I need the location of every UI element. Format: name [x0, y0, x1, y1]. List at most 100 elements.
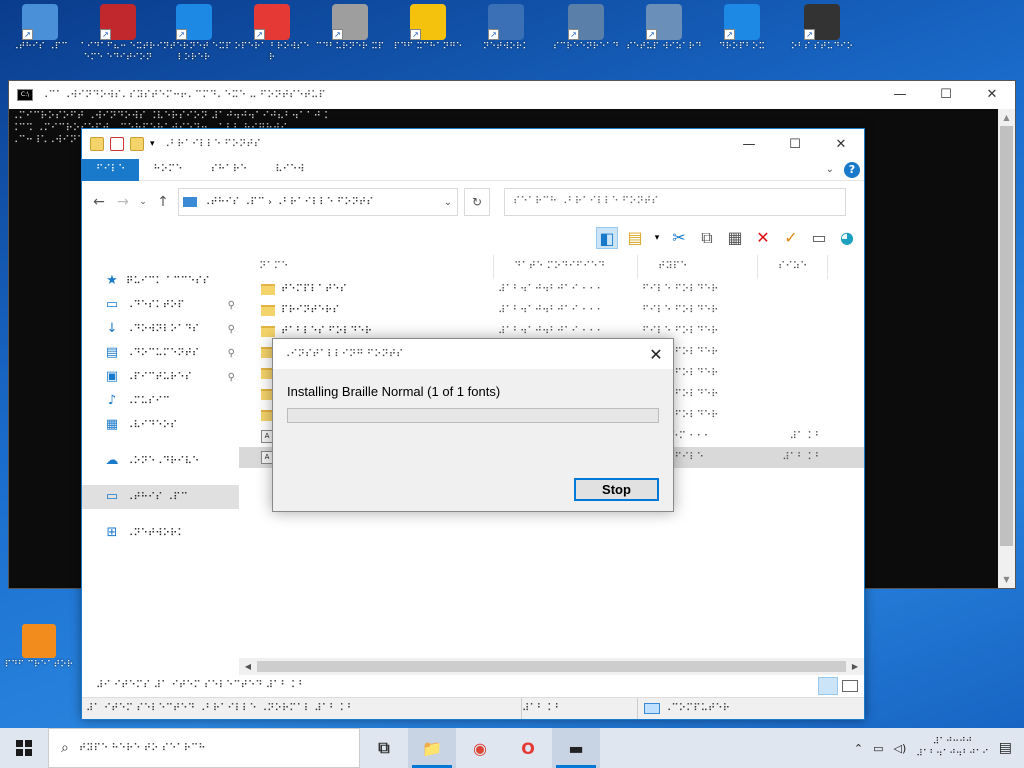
nav-item[interactable]: ▭ ⠠⠞⠓⠊⠎ ⠠⠏⠉: [82, 485, 239, 509]
nav-item[interactable]: ▤ ⠠⠙⠕⠉⠥⠍⠑⠝⠞⠎ ⚲: [82, 341, 239, 365]
scroll-left-icon[interactable]: ◀: [239, 658, 257, 675]
volume-icon[interactable]: ◁): [893, 742, 906, 755]
preview-pane-icon[interactable]: ◧: [596, 227, 618, 249]
nav-item[interactable]: ⊞ ⠠⠝⠑⠞⠺⠕⠗⠅: [82, 521, 239, 545]
search-input[interactable]: ⠎⠑⠁⠗⠉⠓ ⠠⠃⠗⠁⠊⠇⠇⠑ ⠋⠕⠝⠞⠎: [504, 188, 846, 216]
desktop-icon-label: ⠎⠉⠗⠑⠑⠝⠗⠑⠁⠙: [553, 42, 619, 52]
cmd-taskbar-icon[interactable]: ▬: [552, 728, 600, 768]
desktop-icon[interactable]: ↗ ⠝⠑⠞⠺⠕⠗⠅: [466, 4, 546, 53]
task-view-icon[interactable]: ⧉: [360, 728, 408, 768]
desktop-icon[interactable]: ↗ ⠁⠊⠙⠁⠋⠦⠒ ⠑⠭⠞⠗⠑⠍⠑ ⠑⠙⠊⠞⠊⠕⠝: [78, 4, 158, 64]
nav-item[interactable]: ☁ ⠠⠕⠝⠑⠠⠙⠗⠊⠧⠑: [82, 449, 239, 473]
row-name: ⠞⠁⠃⠇⠑⠎ ⠋⠕⠇⠙⠑⠗: [281, 326, 373, 337]
nav-item[interactable]: ▭ ⠠⠙⠑⠎⠅⠞⠕⠏ ⚲: [82, 293, 239, 317]
scroll-right-icon[interactable]: ▶: [846, 658, 864, 675]
scroll-down-icon[interactable]: ▼: [998, 571, 1015, 588]
dialog-close-button[interactable]: ✕: [639, 345, 673, 364]
rename-icon[interactable]: ✓: [780, 227, 802, 249]
network-tray-icon[interactable]: ▭: [873, 742, 883, 755]
desktop-icon[interactable]: ↗ ⠙⠗⠕⠏⠃⠕⠭: [702, 4, 782, 53]
desktop-icon[interactable]: ↗ ⠕⠏⠑⠗⠁ ⠃⠗⠕⠺⠎⠑⠗: [232, 4, 312, 64]
opera-icon: ↗: [254, 4, 290, 40]
cmd-scroll-thumb[interactable]: [1000, 126, 1013, 546]
chrome-icon[interactable]: ◉: [456, 728, 504, 768]
desktop-icon[interactable]: ↗ ⠎⠑⠞⠥⠏ ⠺⠊⠵⠁⠗⠙: [624, 4, 704, 53]
desktop-icon[interactable]: ↗ ⠏⠙⠋ ⠭⠉⠓⠁⠝⠛⠑: [388, 4, 468, 53]
address-bar[interactable]: ⠠⠞⠓⠊⠎ ⠠⠏⠉ › ⠠⠃⠗⠁⠊⠇⠇⠑ ⠋⠕⠝⠞⠎ ⌄: [178, 188, 458, 216]
clock[interactable]: ⠼⠁⠚⠒⠚⠚ ⠼⠁⠃⠲⠁⠚⠲⠃⠚⠁⠊: [916, 736, 989, 760]
new-item-icon[interactable]: ▤: [624, 227, 646, 249]
nav-item[interactable]: ▣ ⠠⠏⠊⠉⠞⠥⠗⠑⠎ ⚲: [82, 365, 239, 389]
dialog-titlebar[interactable]: ⠠⠊⠝⠎⠞⠁⠇⠇⠊⠝⠛ ⠋⠕⠝⠞⠎ ✕: [273, 339, 673, 369]
copy-icon[interactable]: ⧉: [696, 227, 718, 249]
shortcut-arrow-icon: ↗: [568, 29, 579, 40]
address-dropdown-icon[interactable]: ⌄: [439, 197, 457, 208]
new-folder-icon[interactable]: [130, 137, 144, 151]
desktop-icon[interactable]: ↗ ⠠⠞⠓⠊⠎ ⠠⠏⠉: [0, 4, 80, 53]
stop-button[interactable]: Stop: [574, 478, 659, 501]
column-date-modified[interactable]: ⠙⠁⠞⠑ ⠍⠕⠙⠊⠋⠊⠑⠙: [494, 255, 638, 279]
paste-icon[interactable]: ▦: [724, 227, 746, 249]
desktop-icon[interactable]: ↗ ⠕⠃⠎ ⠎⠞⠥⠙⠊⠕: [782, 4, 862, 53]
help-icon[interactable]: ?: [844, 161, 860, 178]
recent-locations-icon[interactable]: ⌄: [138, 197, 148, 207]
properties-icon[interactable]: [110, 137, 124, 151]
row-name: ⠞⠑⠍⠏⠇⠁⠞⠑⠎: [281, 284, 347, 295]
nav-item[interactable]: ▦ ⠠⠧⠊⠙⠑⠕⠎: [82, 413, 239, 437]
tab-share[interactable]: ⠎⠓⠁⠗⠑: [197, 159, 262, 181]
delete-icon[interactable]: ✕: [752, 227, 774, 249]
notifications-icon[interactable]: ▤: [999, 740, 1012, 756]
column-type[interactable]: ⠞⠽⠏⠑: [638, 255, 758, 279]
explorer-maximize-button[interactable]: ☐: [772, 137, 818, 152]
cmd-titlebar[interactable]: C:\ ⠠⠉⠁⠠⠺⠊⠝⠙⠕⠺⠎⠄⠎⠽⠎⠞⠑⠍⠒⠖⠄⠉⠍⠙⠄⠑⠭⠑ ⠤ ⠋⠕⠝⠞⠎…: [9, 81, 1015, 109]
refresh-icon[interactable]: ↻: [464, 188, 490, 216]
cmd-scrollbar[interactable]: ▲ ▼: [998, 109, 1015, 588]
expand-ribbon-icon[interactable]: ⌄: [826, 164, 834, 175]
shortcut-arrow-icon: ↗: [100, 29, 111, 40]
scroll-up-icon[interactable]: ▲: [998, 109, 1015, 126]
properties-toolbar-icon[interactable]: ▭: [808, 227, 830, 249]
horizontal-scrollbar[interactable]: ◀ ▶: [239, 658, 864, 675]
column-size[interactable]: ⠎⠊⠵⠑: [758, 255, 828, 279]
cmd-close-button[interactable]: ✕: [969, 81, 1015, 109]
back-icon[interactable]: ←: [90, 194, 108, 210]
nav-item[interactable]: ★ ⠟⠥⠊⠉⠅ ⠁⠉⠉⠑⠎⠎: [82, 269, 239, 293]
file-explorer-icon[interactable]: 📁: [408, 728, 456, 768]
details-view-icon[interactable]: [818, 677, 838, 695]
taskbar-search-box[interactable]: ⌕ ⠞⠽⠏⠑ ⠓⠑⠗⠑ ⠞⠕ ⠎⠑⠁⠗⠉⠓: [48, 728, 360, 768]
desktop-icon[interactable]: ↗ ⠉⠙⠃⠥⠗⠝⠑⠗ ⠭⠏: [310, 4, 390, 53]
tray-overflow-icon[interactable]: ⌃: [854, 742, 863, 755]
cmd-maximize-button[interactable]: ☐: [923, 81, 969, 109]
horizontal-scroll-thumb[interactable]: [257, 661, 846, 672]
column-name[interactable]: ⠝⠁⠍⠑: [239, 255, 494, 279]
opera-taskbar-icon[interactable]: O: [504, 728, 552, 768]
table-row[interactable]: ⠏⠗⠊⠝⠞⠑⠗⠎ ⠼⠁⠃⠲⠁⠚⠲⠃⠚⠁⠊ ⠂⠂⠂ ⠋⠊⠇⠑ ⠋⠕⠇⠙⠑⠗: [239, 300, 864, 321]
table-row[interactable]: ⠞⠑⠍⠏⠇⠁⠞⠑⠎ ⠼⠁⠃⠲⠁⠚⠲⠃⠚⠁⠊ ⠂⠂⠂ ⠋⠊⠇⠑ ⠋⠕⠇⠙⠑⠗: [239, 279, 864, 300]
explorer-minimize-button[interactable]: —: [726, 137, 772, 152]
tab-home[interactable]: ⠓⠕⠍⠑: [139, 159, 196, 181]
tab-file[interactable]: ⠋⠊⠇⠑: [82, 158, 140, 181]
nav-item[interactable]: ♪ ⠠⠍⠥⠎⠊⠉: [82, 389, 239, 413]
nav-item[interactable]: ↓ ⠠⠙⠕⠺⠝⠇⠕⠁⠙⠎ ⚲: [82, 317, 239, 341]
desktop-icon[interactable]: ↗ ⠊⠝⠞⠑⠗⠝⠑⠞ ⠑⠭⠏⠇⠕⠗⠑⠗: [154, 4, 234, 64]
up-icon[interactable]: ↑: [154, 194, 172, 210]
cmd-minimize-button[interactable]: —: [877, 81, 923, 109]
aida64-icon: ↗: [100, 4, 136, 40]
explorer-title: ⠠⠃⠗⠁⠊⠇⠇⠑ ⠋⠕⠝⠞⠎: [162, 138, 261, 150]
network-icon: ⊞: [106, 525, 118, 540]
cut-icon[interactable]: ✂: [668, 227, 690, 249]
tab-view[interactable]: ⠧⠊⠑⠺: [261, 159, 318, 181]
installing-fonts-dialog[interactable]: ⠠⠊⠝⠎⠞⠁⠇⠇⠊⠝⠛ ⠋⠕⠝⠞⠎ ✕ Installing Braille N…: [272, 338, 674, 512]
system-tray: ⌃ ▭ ◁) ⠼⠁⠚⠒⠚⠚ ⠼⠁⠃⠲⠁⠚⠲⠃⠚⠁⠊ ▤: [854, 736, 1024, 760]
desktop-icon-pdf[interactable]: ⠏⠙⠋ ⠉⠗⠑⠁⠞⠕⠗: [4, 624, 74, 671]
forward-icon[interactable]: →: [114, 194, 132, 210]
explorer-close-button[interactable]: ✕: [818, 137, 864, 152]
taskbar-apps: ⧉ 📁 ◉ O ▬: [360, 728, 600, 768]
explorer-titlebar[interactable]: ▾ ⠠⠃⠗⠁⠊⠇⠇⠑ ⠋⠕⠝⠞⠎ — ☐ ✕: [82, 129, 864, 159]
desktop-icon[interactable]: ↗ ⠎⠉⠗⠑⠑⠝⠗⠑⠁⠙: [546, 4, 626, 53]
globe-icon[interactable]: ◕: [836, 227, 858, 249]
large-icons-view-icon[interactable]: [842, 680, 858, 692]
pin-icon: ⚲: [227, 347, 235, 359]
dropdown-icon[interactable]: ▾: [652, 227, 662, 249]
start-button[interactable]: [0, 728, 48, 768]
